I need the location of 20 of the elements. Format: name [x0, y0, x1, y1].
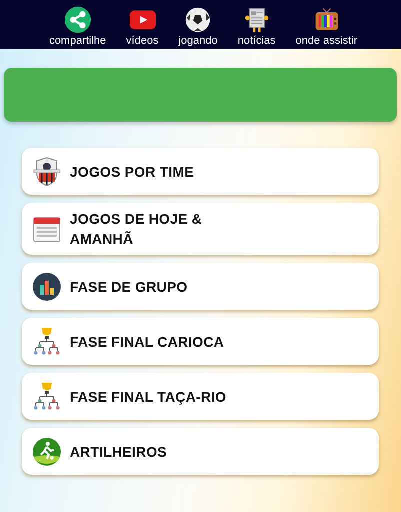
menu-button[interactable]: FASE DE GRUPO	[22, 263, 379, 310]
play-button-icon	[128, 9, 156, 31]
menu-button[interactable]: ARTILHEIROS	[22, 428, 379, 475]
nav-button[interactable]: jogando	[168, 6, 228, 49]
menu-button[interactable]: JOGOS POR TIME	[22, 148, 379, 195]
newspaper-icon	[242, 6, 271, 34]
menu-button[interactable]: FASE FINAL TAÇA-RIO	[22, 373, 379, 420]
nav-button[interactable]: vídeos	[116, 6, 169, 49]
share-icon	[64, 6, 92, 34]
trophy-bracket-icon	[32, 382, 62, 412]
podium-icon	[32, 272, 62, 302]
soccer-ball-icon	[184, 6, 212, 34]
nav-button[interactable]: compartilhe	[39, 6, 116, 49]
menu-button[interactable]: JOGOS DE HOJE & AMANHÃ	[22, 203, 379, 255]
nav-button[interactable]: notícias	[228, 6, 286, 49]
trophy-bracket-icon	[32, 326, 62, 356]
menu-button[interactable]: FASE FINAL CARIOCA	[22, 318, 379, 365]
shield-icon	[32, 156, 62, 186]
nav-button[interactable]: onde assistir	[286, 6, 368, 49]
soccer-player-icon	[32, 436, 62, 466]
